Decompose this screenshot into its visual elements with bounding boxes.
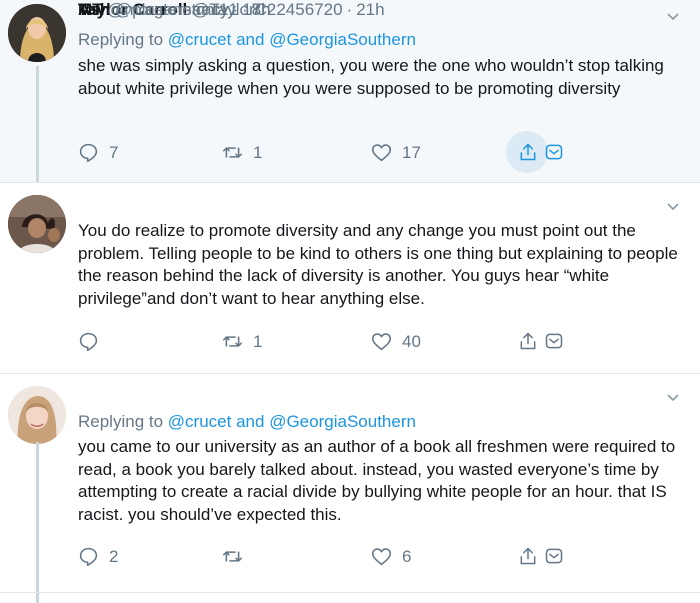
reply-icon: [79, 332, 98, 352]
share-button[interactable]: [506, 320, 548, 362]
retweet-button[interactable]: 1: [222, 142, 262, 163]
chevron-down-icon[interactable]: [666, 391, 680, 405]
avatar[interactable]: [8, 195, 66, 253]
direct-message-icon[interactable]: [544, 331, 564, 351]
retweet-button[interactable]: [222, 546, 253, 567]
replying-to-label: Replying to: [78, 30, 164, 49]
reply-icon: [79, 547, 98, 567]
mention-link[interactable]: @GeorgiaSouthern: [269, 412, 416, 431]
retweet-count: 1: [253, 331, 263, 351]
like-icon: [371, 548, 392, 566]
like-icon: [371, 333, 392, 351]
like-button[interactable]: 17: [371, 142, 421, 163]
share-button[interactable]: [506, 131, 548, 173]
retweet-icon: [222, 147, 243, 158]
timestamp[interactable]: 7h: [252, 0, 271, 19]
like-count: 40: [402, 331, 421, 351]
thread-line: [36, 442, 39, 603]
reply-icon: [79, 143, 98, 163]
tweet-text: you came to our university as an author …: [78, 437, 676, 524]
reply-button[interactable]: 7: [78, 142, 118, 163]
share-button[interactable]: [506, 535, 548, 577]
like-count: 17: [402, 142, 421, 162]
direct-message-icon[interactable]: [544, 546, 564, 566]
display-name[interactable]: MT: [78, 0, 103, 19]
like-icon: [371, 144, 392, 162]
direct-message-icon[interactable]: [544, 142, 564, 162]
share-icon: [520, 143, 536, 161]
retweet-count: 1: [253, 142, 263, 162]
and-word: and: [236, 412, 265, 431]
mention-link[interactable]: @crucet: [168, 412, 232, 431]
share-icon: [520, 332, 536, 350]
chevron-down-icon[interactable]: [666, 10, 680, 24]
reply-count: 7: [109, 142, 119, 162]
share-icon: [520, 547, 536, 565]
reply-count: 2: [109, 546, 119, 566]
mention-link[interactable]: @GeorgiaSouthern: [269, 30, 416, 49]
replying-to: Replying to @crucet and @GeorgiaSouthern: [78, 412, 416, 432]
like-button[interactable]: 40: [371, 331, 421, 352]
tweet-text: You do realize to promote diversity and …: [78, 221, 678, 308]
retweet-icon: [222, 551, 243, 562]
tweet-header: MT @morganetracy1 · 7h: [78, 0, 271, 20]
retweet-icon: [222, 336, 243, 347]
divider: [0, 592, 700, 593]
timestamp[interactable]: 21h: [356, 0, 384, 19]
avatar[interactable]: [8, 4, 66, 62]
reply-button[interactable]: 2: [78, 546, 118, 567]
user-handle[interactable]: @morganetracy1: [107, 0, 238, 19]
separator-dot: ·: [346, 0, 353, 19]
replying-to: Replying to @crucet and @GeorgiaSouthern: [78, 30, 416, 50]
and-word: and: [236, 30, 265, 49]
avatar[interactable]: [8, 386, 66, 444]
reply-button[interactable]: [78, 331, 109, 352]
replying-to-label: Replying to: [78, 412, 164, 431]
tweet-text: she was simply asking a question, you we…: [78, 56, 664, 98]
chevron-down-icon[interactable]: [666, 200, 680, 214]
like-button[interactable]: 6: [371, 546, 411, 567]
separator-dot: ·: [241, 0, 248, 19]
retweet-button[interactable]: 1: [222, 331, 262, 352]
mention-link[interactable]: @crucet: [168, 30, 232, 49]
like-count: 6: [402, 546, 412, 566]
thread-line: [36, 66, 39, 183]
